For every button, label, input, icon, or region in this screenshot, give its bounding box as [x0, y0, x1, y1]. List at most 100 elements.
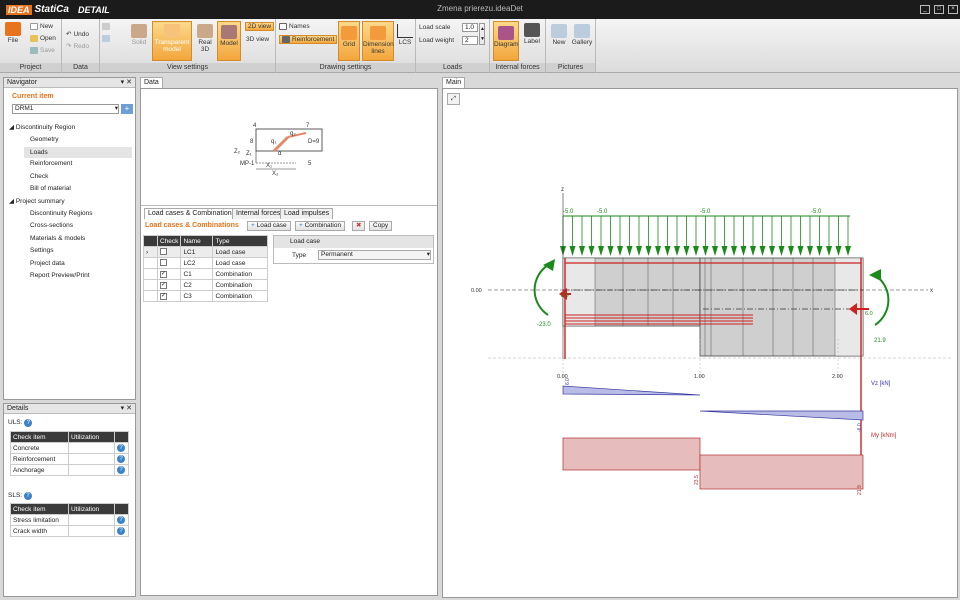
load-arrow-head [788, 246, 794, 256]
navigator-title: Navigator [7, 79, 37, 86]
load-weight-input[interactable]: 2 [462, 36, 478, 45]
real3d-button[interactable]: Real 3D [194, 24, 216, 53]
help-icon[interactable]: ? [117, 516, 125, 524]
view-tool-1[interactable] [102, 23, 110, 30]
table-row[interactable]: LC2 Load case [143, 257, 268, 269]
tree-cross-sections[interactable]: Cross-sections [30, 222, 73, 229]
tick-label: 2.00 [832, 374, 843, 380]
table-row[interactable]: Concrete? [10, 442, 129, 454]
open-button[interactable]: Open [30, 35, 56, 42]
table-row[interactable]: Reinforcement? [10, 453, 129, 465]
tree-report-preview[interactable]: Report Preview/Print [30, 272, 90, 279]
uls-table: Check item Utilization Concrete? Reinforc… [10, 431, 129, 476]
type-select[interactable]: Permanent ▾ [318, 250, 431, 260]
sls-row-value [68, 525, 115, 537]
table-row[interactable]: ✓ C3 Combination [143, 290, 268, 302]
tab-internal-forces[interactable]: Internal forces [232, 208, 285, 219]
pin-icon[interactable]: ▾ ✕ [121, 404, 132, 413]
tree-check[interactable]: Check [30, 173, 48, 180]
2d-view-button[interactable]: 2D view [245, 22, 275, 31]
tree-label: Discontinuity Region [15, 124, 76, 131]
row-checkbox[interactable]: ✓ [160, 293, 167, 300]
copy-button[interactable]: Copy [369, 221, 393, 231]
row-checkbox[interactable] [160, 247, 167, 255]
help-icon[interactable]: ? [117, 444, 125, 452]
table-row[interactable]: Anchorage? [10, 464, 129, 476]
current-item-label: Current item [12, 93, 54, 100]
help-icon[interactable]: ? [117, 455, 125, 463]
load-arrow-head [674, 246, 680, 256]
tree-discontinuity-regions[interactable]: Discontinuity Regions [30, 210, 93, 217]
load-stepper[interactable]: ▲ ▼ [479, 23, 485, 45]
transparent-model-button[interactable]: Transparent model [152, 21, 192, 61]
main-view: ⤢ -5.0 -5.0 -5.0 -5.0 z x 0.00 -23.0 21.… [442, 88, 958, 598]
uls-row-value [68, 453, 115, 465]
row-checkbox[interactable]: ✓ [160, 271, 167, 278]
view-tool-2[interactable] [102, 35, 110, 42]
model-button[interactable]: Model [217, 21, 241, 61]
col-type[interactable]: Type [212, 235, 268, 247]
save-button[interactable]: Save [30, 47, 55, 54]
tree-loads[interactable]: Loads [24, 147, 132, 158]
tab-data[interactable]: Data [140, 77, 163, 88]
add-combination-button[interactable]: + Combination [295, 221, 346, 231]
lcs-button[interactable]: LCS [396, 24, 414, 46]
maximize-button[interactable]: □ [934, 5, 944, 14]
tree-reinforcement[interactable]: Reinforcement [30, 160, 72, 167]
row-name: LC1 [180, 246, 214, 258]
redo-button[interactable]: ↷ Redo [66, 42, 89, 51]
row-checkbox[interactable]: ✓ [160, 282, 167, 289]
table-row[interactable]: Crack width? [10, 525, 129, 537]
row-checkbox[interactable] [160, 258, 167, 266]
tree-discontinuity-region[interactable]: ◢ Discontinuity Region [9, 123, 75, 131]
grid-button[interactable]: Grid [338, 21, 360, 61]
add-load-case-button[interactable]: + Load case [247, 221, 291, 231]
table-row[interactable]: ✓ C1 Combination [143, 268, 268, 280]
origin-label: 0.00 [471, 288, 482, 294]
tab-load-impulses[interactable]: Load impulses [280, 208, 334, 219]
sketch-alpha: α [278, 151, 282, 157]
table-row[interactable]: Stress limitation? [10, 514, 129, 526]
label-button[interactable]: Label [521, 23, 543, 45]
diagram-icon [498, 26, 514, 40]
table-row[interactable]: › LC1 Load case [143, 246, 268, 258]
close-button[interactable]: × [948, 5, 958, 14]
tree-bill-of-material[interactable]: Bill of material [30, 185, 71, 192]
3d-view-button[interactable]: 3D view [246, 36, 269, 43]
undo-button[interactable]: ↶ Undo [66, 30, 89, 39]
ribbon: File New Open Save Project ↶ Undo ↷ Redo D… [0, 19, 960, 73]
sls-row-label: Crack width [10, 525, 69, 537]
dimension-lines-button[interactable]: Dimension lines [362, 21, 394, 61]
minimize-button[interactable]: _ [920, 5, 930, 14]
load-arrow-head [569, 246, 576, 256]
help-icon[interactable]: ? [23, 492, 32, 500]
help-icon[interactable]: ? [117, 466, 125, 474]
reinforcement-button[interactable]: Reinforcement [279, 35, 338, 44]
load-arrow-head [731, 246, 737, 256]
dimension-icon [370, 26, 386, 40]
tree-geometry[interactable]: Geometry [30, 136, 59, 143]
delete-button[interactable]: ✖ [352, 221, 366, 231]
pin-icon[interactable]: ▾ ✕ [121, 78, 132, 87]
file-button[interactable]: File [4, 22, 22, 44]
new-button[interactable]: New [30, 23, 53, 30]
table-row[interactable]: ✓ C2 Combination [143, 279, 268, 291]
help-icon[interactable]: ? [24, 419, 33, 427]
solid-button[interactable]: Solid [128, 24, 150, 46]
add-item-button[interactable]: + [121, 104, 133, 114]
help-icon[interactable]: ? [117, 527, 125, 535]
tab-main[interactable]: Main [442, 77, 466, 88]
tree-project-summary[interactable]: ◢ Project summary [9, 197, 65, 205]
names-button[interactable]: Names [279, 23, 310, 30]
gallery-button[interactable]: Gallery [570, 24, 594, 46]
tree-materials-models[interactable]: Materials & models [30, 235, 85, 242]
tab-load-cases[interactable]: Load cases & Combinations [144, 208, 240, 219]
tree-project-data[interactable]: Project data [30, 260, 65, 267]
load-arrow-head [617, 246, 623, 256]
picture-new-button[interactable]: New [550, 24, 568, 46]
load-scale-input[interactable]: 1.0 [462, 23, 478, 32]
diagram-button[interactable]: Diagram [493, 21, 519, 61]
current-item-select[interactable]: DRM1 ▾ [12, 104, 119, 114]
col-name[interactable]: Name [180, 235, 214, 247]
tree-settings[interactable]: Settings [30, 247, 54, 254]
